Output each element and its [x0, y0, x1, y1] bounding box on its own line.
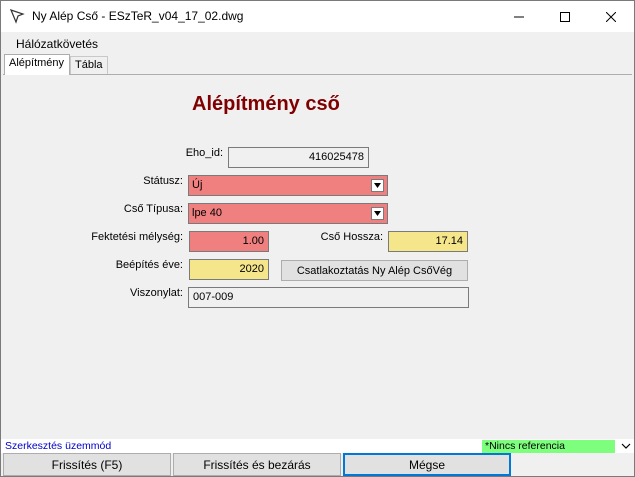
status-label: Státusz:: [143, 175, 183, 187]
refresh-button[interactable]: Frissítés (F5): [3, 453, 171, 476]
refresh-close-button[interactable]: Frissítés és bezárás: [173, 453, 341, 476]
reference-status: *Nincs referencia: [482, 440, 615, 453]
status-select[interactable]: Új: [188, 175, 388, 196]
cancel-button[interactable]: Mégse: [343, 453, 511, 476]
pipe-type-value: lpe 40: [192, 207, 222, 219]
eho-id-field[interactable]: 416025478: [228, 147, 369, 168]
pipe-type-label: Cső Típusa:: [123, 203, 183, 215]
install-year-field[interactable]: 2020: [189, 259, 269, 280]
title-bar[interactable]: Ny Alép Cső - ESzTeR_v04_17_02.dwg: [1, 1, 634, 32]
app-logo-icon: [9, 8, 25, 24]
close-button[interactable]: [588, 1, 634, 32]
relation-field[interactable]: 007-009: [188, 287, 469, 308]
dropdown-arrow-icon[interactable]: [371, 179, 384, 192]
minimize-button[interactable]: [496, 1, 542, 32]
relation-label: Viszonylat:: [130, 287, 183, 299]
pipe-length-field[interactable]: 17.14: [388, 231, 468, 252]
tab-strip: Alépítmény Tábla: [1, 54, 634, 75]
window-title: Ny Alép Cső - ESzTeR_v04_17_02.dwg: [32, 9, 244, 23]
tab-table[interactable]: Tábla: [70, 56, 108, 75]
depth-field[interactable]: 1.00: [189, 231, 269, 252]
depth-label: Fektetési mélység:: [91, 231, 183, 243]
pipe-length-label: Cső Hossza:: [320, 231, 383, 243]
status-bar: Szerkesztés üzemmód *Nincs referencia: [1, 439, 634, 453]
tab-substructure[interactable]: Alépítmény: [4, 54, 70, 75]
main-window: Ny Alép Cső - ESzTeR_v04_17_02.dwg Hálóz…: [0, 0, 635, 477]
chevron-down-icon[interactable]: [620, 440, 632, 452]
eho-id-label: Eho_id:: [185, 147, 223, 159]
menu-bar: Hálózatkövetés: [1, 32, 634, 54]
pipe-type-select[interactable]: lpe 40: [188, 203, 388, 224]
maximize-button[interactable]: [542, 1, 588, 32]
form-panel: [3, 74, 632, 439]
status-value: Új: [192, 179, 203, 191]
install-year-label: Beépítés éve:: [115, 259, 183, 271]
dropdown-arrow-icon[interactable]: [371, 207, 384, 220]
menu-network-tracking[interactable]: Hálózatkövetés: [16, 37, 98, 51]
form-heading: Alépítmény cső: [192, 93, 340, 115]
edit-mode-status: Szerkesztés üzemmód: [5, 440, 112, 452]
connect-pipe-end-button[interactable]: Csatlakoztatás Ny Alép CsőVég: [281, 260, 468, 281]
